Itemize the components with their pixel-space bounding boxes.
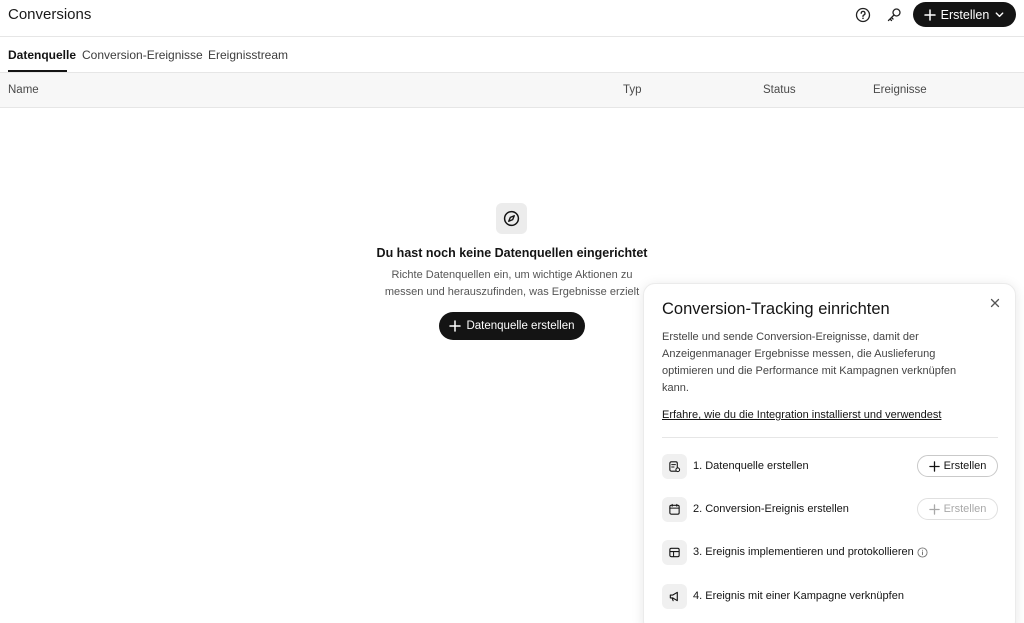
conversion-setup-panel: Conversion-Tracking einrichten Erstelle … bbox=[643, 283, 1016, 623]
step-icon-box bbox=[662, 454, 687, 479]
chevron-down-icon bbox=[995, 12, 1004, 18]
tab-event-stream[interactable]: Ereignisstream bbox=[208, 48, 288, 62]
step-1-create-button[interactable]: Erstellen bbox=[917, 455, 998, 477]
empty-state-description-line-2: messen und herauszufinden, was Ergebniss… bbox=[384, 286, 640, 298]
column-header-type[interactable]: Typ bbox=[623, 84, 642, 96]
compass-icon bbox=[503, 210, 520, 227]
tab-data-source[interactable]: Datenquelle bbox=[8, 48, 76, 62]
panel-title: Conversion-Tracking einrichten bbox=[662, 300, 890, 318]
panel-description: Erstelle und sende Conversion-Ereignisse… bbox=[662, 331, 957, 394]
panel-divider bbox=[662, 437, 998, 438]
calendar-icon bbox=[669, 503, 680, 515]
setup-step-1: 1. Datenquelle erstellen Erstellen bbox=[662, 454, 998, 480]
step-label: 2. Conversion-Ereignis erstellen bbox=[693, 503, 849, 515]
help-button[interactable] bbox=[853, 5, 873, 25]
table-header: Name Typ Status Ereignisse bbox=[0, 73, 1024, 108]
tab-conversion-events[interactable]: Conversion-Ereignisse bbox=[82, 48, 203, 62]
empty-state-icon-box bbox=[496, 203, 527, 234]
step-2-create-label: Erstellen bbox=[943, 503, 987, 515]
step-label: 3. Ereignis implementieren und protokoll… bbox=[693, 546, 928, 558]
create-button[interactable]: Erstellen bbox=[913, 2, 1016, 27]
step-icon-box bbox=[662, 497, 687, 522]
setup-step-2: 2. Conversion-Ereignis erstellen Erstell… bbox=[662, 497, 998, 523]
step-label: 4. Ereignis mit einer Kampagne verknüpfe… bbox=[693, 590, 904, 602]
tab-bar: Datenquelle Conversion-Ereignisse Ereign… bbox=[0, 37, 1024, 73]
empty-state-description: Richte Datenquellen ein, um wichtige Akt… bbox=[372, 267, 652, 301]
layout-icon bbox=[669, 547, 680, 558]
step-1-create-label: Erstellen bbox=[943, 460, 987, 472]
create-data-source-label: Datenquelle erstellen bbox=[466, 320, 575, 332]
plus-icon bbox=[449, 320, 462, 332]
data-source-icon bbox=[669, 461, 681, 473]
info-icon[interactable] bbox=[917, 547, 928, 558]
help-circle-icon bbox=[855, 7, 871, 23]
step-icon-box bbox=[662, 584, 687, 609]
column-header-events[interactable]: Ereignisse bbox=[873, 84, 927, 96]
plus-icon bbox=[923, 8, 936, 21]
step-icon-box bbox=[662, 540, 687, 565]
megaphone-icon bbox=[669, 591, 678, 602]
setup-step-4: 4. Ereignis mit einer Kampagne verknüpfe… bbox=[662, 584, 998, 610]
close-icon bbox=[990, 298, 1000, 308]
create-button-label: Erstellen bbox=[940, 7, 990, 22]
active-tab-indicator bbox=[8, 70, 67, 72]
setup-step-3: 3. Ereignis implementieren und protokoll… bbox=[662, 540, 998, 566]
column-header-status[interactable]: Status bbox=[763, 84, 796, 96]
step-label: 1. Datenquelle erstellen bbox=[693, 460, 809, 472]
step-2-create-button[interactable]: Erstellen bbox=[917, 498, 998, 520]
empty-state-title: Du hast noch keine Datenquellen eingeric… bbox=[376, 246, 648, 260]
key-icon bbox=[887, 8, 901, 22]
key-button[interactable] bbox=[884, 5, 904, 25]
column-header-name[interactable]: Name bbox=[8, 84, 39, 96]
close-button[interactable] bbox=[988, 296, 1002, 310]
plus-icon bbox=[928, 503, 940, 515]
page-title: Conversions bbox=[8, 6, 92, 23]
top-bar: Conversions Erstellen bbox=[0, 0, 1024, 37]
create-data-source-button[interactable]: Datenquelle erstellen bbox=[439, 312, 585, 340]
plus-icon bbox=[928, 460, 940, 472]
integration-help-link[interactable]: Erfahre, wie du die Integration installi… bbox=[662, 409, 941, 421]
empty-state-description-line-1: Richte Datenquellen ein, um wichtige Akt… bbox=[391, 269, 633, 281]
step-3-label-text: 3. Ereignis implementieren und protokoll… bbox=[693, 546, 914, 558]
